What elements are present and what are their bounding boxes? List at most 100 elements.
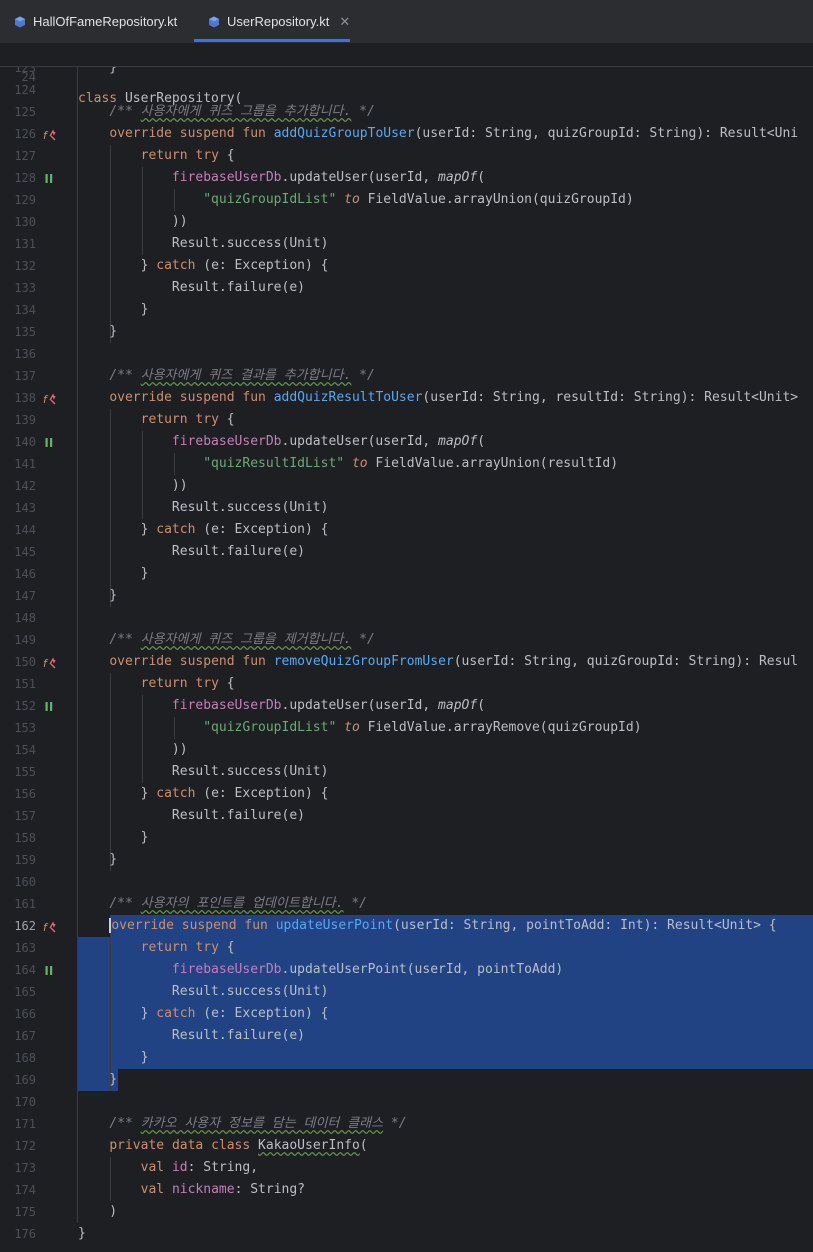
code-editor[interactable]: 123 } 124 125 /** 사용자에게 퀴즈 그룹을 추가합니다. */12…: [0, 66, 813, 1252]
code-line[interactable]: 151 return try {: [0, 673, 813, 695]
suspend-call-icon[interactable]: [41, 959, 57, 981]
code-line[interactable]: 170: [0, 1091, 813, 1113]
code-text: "quizGroupIdList" to FieldValue.arrayRem…: [203, 720, 642, 735]
tab-user-repository[interactable]: UserRepository.kt ✕: [208, 0, 350, 43]
code-line[interactable]: 173 val id: String,: [0, 1157, 813, 1179]
suspend-call-icon[interactable]: [41, 695, 57, 717]
code-line[interactable]: 154 )): [0, 739, 813, 761]
line-number: 152: [14, 699, 36, 713]
code-line[interactable]: 161 /** 사용자의 포인트를 업데이트합니다. */: [0, 893, 813, 915]
code-line[interactable]: 153 "quizGroupIdList" to FieldValue.arra…: [0, 717, 813, 739]
code-line[interactable]: 157 Result.failure(e): [0, 805, 813, 827]
code-text: firebaseUserDb.updateUserPoint(userId, p…: [171, 962, 564, 977]
code-line[interactable]: 164 firebaseUserDb.updateUserPoint(userI…: [0, 959, 813, 981]
code-line[interactable]: 140 firebaseUserDb.updateUser(userId, ma…: [0, 431, 813, 453]
override-icon[interactable]: f: [41, 387, 57, 409]
code-line[interactable]: 145 Result.failure(e): [0, 541, 813, 563]
line-number: 167: [14, 1029, 36, 1043]
code-line[interactable]: 127 return try {: [0, 145, 813, 167]
override-icon[interactable]: f: [41, 915, 57, 937]
code-text: }: [78, 1050, 149, 1065]
code-line[interactable]: 126 f override suspend fun addQuizGroupTo…: [0, 123, 813, 145]
code-line[interactable]: 149 /** 사용자에게 퀴즈 그룹을 제거합니다. */: [0, 629, 813, 651]
code-line[interactable]: 138 f override suspend fun addQuizResultT…: [0, 387, 813, 409]
code-line[interactable]: 148: [0, 607, 813, 629]
code-line[interactable]: 143 Result.success(Unit): [0, 497, 813, 519]
line-number: 145: [14, 545, 36, 559]
line-number: 149: [14, 633, 36, 647]
code-text: )): [78, 478, 188, 493]
code-text: /** 사용자에게 퀴즈 그룹을 제거합니다. */: [109, 632, 375, 647]
code-line[interactable]: 135 }: [0, 321, 813, 343]
code-text: )): [78, 742, 188, 757]
code-line[interactable]: 163 return try {: [0, 937, 813, 959]
code-text: } catch (e: Exception) {: [78, 786, 329, 801]
svg-text:f: f: [43, 921, 49, 933]
code-line[interactable]: 147 }: [0, 585, 813, 607]
code-line[interactable]: 176}: [0, 1223, 813, 1245]
code-line[interactable]: 128 firebaseUserDb.updateUser(userId, ma…: [0, 167, 813, 189]
kotlin-file-icon: [209, 16, 219, 27]
code-line[interactable]: 165 Result.success(Unit): [0, 981, 813, 1003]
code-line[interactable]: 171 /** 카카오 사용자 정보를 담는 데이터 클래스 */: [0, 1113, 813, 1135]
tab-hall-of-fame-repository[interactable]: HallOfFameRepository.kt: [14, 0, 177, 43]
code-line[interactable]: 156 } catch (e: Exception) {: [0, 783, 813, 805]
code-text: return try {: [140, 148, 235, 163]
code-line[interactable]: 133 Result.failure(e): [0, 277, 813, 299]
code-line[interactable]: 166 } catch (e: Exception) {: [0, 1003, 813, 1025]
code-line[interactable]: 123 }: [0, 66, 813, 79]
line-number: 175: [14, 1205, 36, 1219]
sticky-code-line: class UserRepository(: [78, 91, 243, 106]
line-number: 137: [14, 369, 36, 383]
code-line[interactable]: 144 } catch (e: Exception) {: [0, 519, 813, 541]
active-tab-indicator: [194, 39, 350, 42]
code-line[interactable]: 155 Result.success(Unit): [0, 761, 813, 783]
override-icon[interactable]: f: [41, 123, 57, 145]
code-line[interactable]: 130 )): [0, 211, 813, 233]
code-line[interactable]: 134 }: [0, 299, 813, 321]
code-line[interactable]: 129 "quizGroupIdList" to FieldValue.arra…: [0, 189, 813, 211]
code-line[interactable]: 152 firebaseUserDb.updateUser(userId, ma…: [0, 695, 813, 717]
line-number: 159: [14, 853, 36, 867]
svg-text:f: f: [43, 657, 49, 669]
code-line[interactable]: 160: [0, 871, 813, 893]
code-line[interactable]: 167 Result.failure(e): [0, 1025, 813, 1047]
suspend-call-icon[interactable]: [41, 431, 57, 453]
line-number: 140: [14, 435, 36, 449]
code-line[interactable]: 174 val nickname: String?: [0, 1179, 813, 1201]
code-line[interactable]: 172 private data class KakaoUserInfo(: [0, 1135, 813, 1157]
code-line[interactable]: 150 f override suspend fun removeQuizGrou…: [0, 651, 813, 673]
code-line[interactable]: 158 }: [0, 827, 813, 849]
code-line[interactable]: 136: [0, 343, 813, 365]
code-line[interactable]: 137 /** 사용자에게 퀴즈 결과를 추가합니다. */: [0, 365, 813, 387]
code-text: val nickname: String?: [140, 1182, 306, 1197]
code-line[interactable]: 146 }: [0, 563, 813, 585]
line-number: 142: [14, 479, 36, 493]
suspend-call-icon[interactable]: [41, 167, 57, 189]
override-icon[interactable]: f: [41, 651, 57, 673]
code-text: firebaseUserDb.updateUser(userId, mapOf(: [171, 434, 486, 449]
code-line[interactable]: 139 return try {: [0, 409, 813, 431]
code-line[interactable]: 162 f override suspend fun updateUserPoin…: [0, 915, 813, 937]
code-text: Result.failure(e): [78, 280, 305, 295]
code-text: }: [78, 830, 149, 845]
code-text: Result.failure(e): [78, 1028, 305, 1043]
code-line[interactable]: 141 "quizResultIdList" to FieldValue.arr…: [0, 453, 813, 475]
code-line[interactable]: 169 }: [0, 1069, 813, 1091]
code-line[interactable]: 142 )): [0, 475, 813, 497]
code-text: override suspend fun addQuizGroupToUser(…: [109, 126, 799, 141]
line-number: 132: [14, 259, 36, 273]
code-line[interactable]: 175 ): [0, 1201, 813, 1223]
code-line[interactable]: 168 }: [0, 1047, 813, 1069]
close-icon[interactable]: ✕: [339, 14, 350, 30]
code-text: Result.success(Unit): [78, 500, 329, 515]
sticky-scope-header[interactable]: 24 class UserRepository(: [0, 44, 813, 106]
code-text: } catch (e: Exception) {: [78, 522, 329, 537]
line-number: 155: [14, 765, 36, 779]
code-line[interactable]: 159 }: [0, 849, 813, 871]
code-text: Result.success(Unit): [78, 984, 329, 999]
code-line[interactable]: 131 Result.success(Unit): [0, 233, 813, 255]
code-line[interactable]: 132 } catch (e: Exception) {: [0, 255, 813, 277]
line-number: 24: [21, 70, 36, 84]
line-number: 130: [14, 215, 36, 229]
